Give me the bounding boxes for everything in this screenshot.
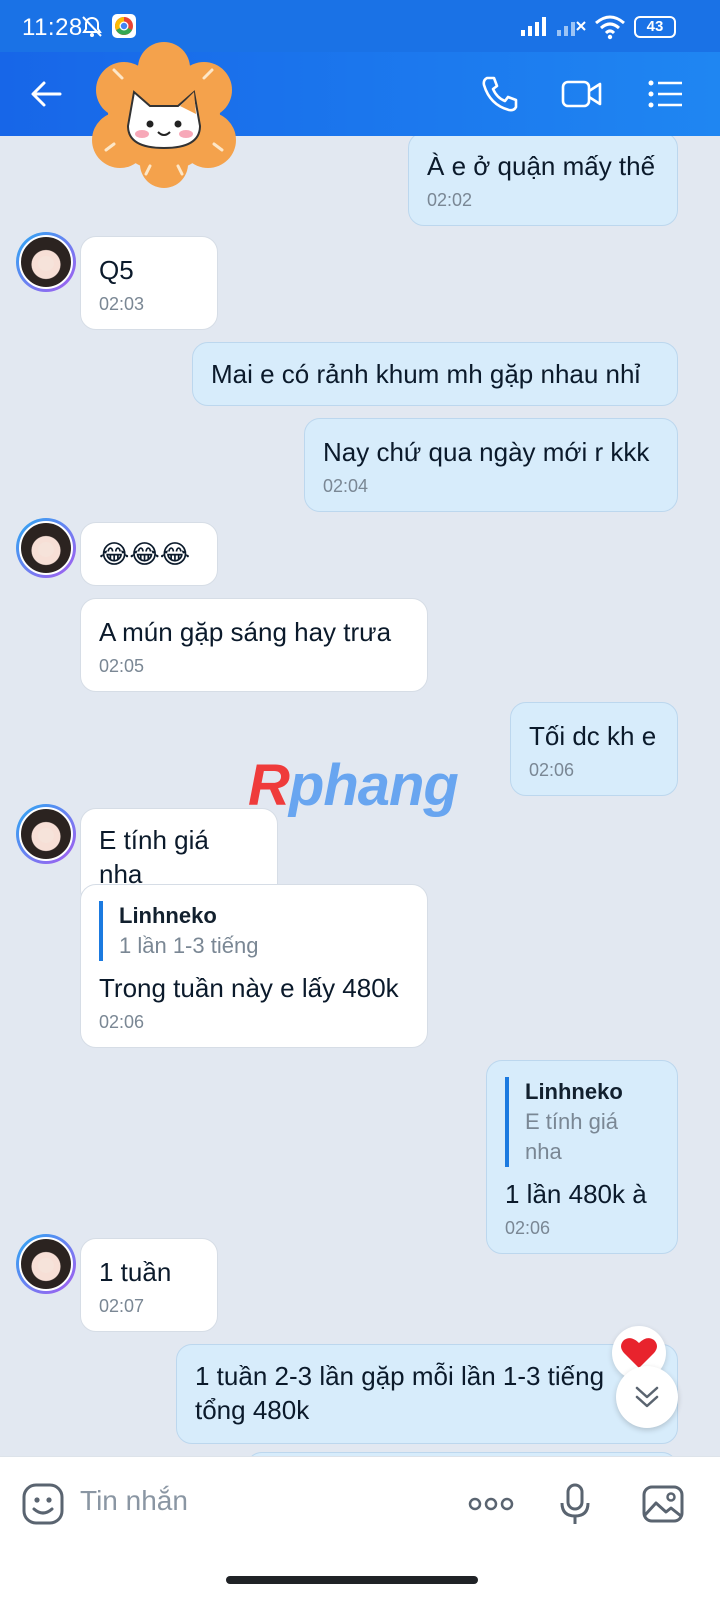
sticker-emoji-icon[interactable] xyxy=(20,1481,66,1527)
message-bubble-incoming-reply[interactable]: Linhneko 1 lần 1-3 tiếng Trong tuần này … xyxy=(80,884,428,1048)
message-bubble-incoming[interactable]: 😂😂😂 xyxy=(80,522,218,586)
message-bubble-outgoing[interactable]: Tối dc kh e 02:06 xyxy=(510,702,678,796)
phone-call-icon[interactable] xyxy=(478,72,522,116)
battery-level: 43 xyxy=(646,18,664,35)
message-text: E tính giá nha xyxy=(99,825,209,889)
cat-sticker-icon xyxy=(92,42,236,188)
quoted-sender: Linhneko xyxy=(525,1079,623,1104)
quoted-text: E tính giá nha xyxy=(525,1109,618,1164)
wifi-icon xyxy=(595,15,625,40)
status-time: 11:28 xyxy=(22,14,83,41)
chrome-icon xyxy=(112,14,136,38)
message-time: 02:06 xyxy=(99,1012,145,1032)
message-time: 02:05 xyxy=(99,656,145,676)
quoted-message[interactable]: Linhneko E tính giá nha xyxy=(505,1077,659,1167)
battery-icon: 43 xyxy=(634,16,676,38)
signal-icon xyxy=(521,17,546,36)
message-text: Nay chứ qua ngày mới r kkk xyxy=(323,437,650,467)
video-call-icon[interactable] xyxy=(560,72,604,116)
quoted-text: 1 lần 1-3 tiếng xyxy=(119,933,259,958)
contact-avatar[interactable] xyxy=(16,518,76,578)
message-text: Mai e có rảnh khum mh gặp nhau nhỉ xyxy=(211,359,641,389)
message-text: Tối dc kh e xyxy=(529,721,657,751)
message-text: Q5 xyxy=(99,255,134,285)
message-bubble-incoming[interactable]: 1 tuần 02:07 xyxy=(80,1238,218,1332)
message-time: 02:04 xyxy=(323,476,369,496)
message-text: 1 tuần xyxy=(99,1257,172,1287)
message-time: 02:03 xyxy=(99,294,145,314)
message-bubble-outgoing[interactable]: Mai e có rảnh khum mh gặp nhau nhỉ xyxy=(192,342,678,406)
message-bubble-incoming[interactable]: A mún gặp sáng hay trưa 02:05 xyxy=(80,598,428,692)
system-navigation-bar xyxy=(0,1552,720,1600)
message-text: A mún gặp sáng hay trưa xyxy=(99,617,392,647)
image-gallery-icon[interactable] xyxy=(640,1481,686,1527)
message-time: 02:02 xyxy=(427,190,473,210)
message-time: 02:07 xyxy=(99,1296,145,1316)
message-time: 02:06 xyxy=(505,1218,551,1238)
quoted-message[interactable]: Linhneko 1 lần 1-3 tiếng xyxy=(99,901,409,961)
message-bubble-outgoing[interactable]: 1 tuần 2-3 lần gặp mỗi lần 1-3 tiếng tổn… xyxy=(176,1344,678,1444)
message-text: Trong tuần này e lấy 480k xyxy=(99,973,399,1003)
double-chevron-down-icon xyxy=(635,1386,659,1408)
message-bubble-outgoing[interactable]: Nay chứ qua ngày mới r kkk 02:04 xyxy=(304,418,678,512)
quoted-sender: Linhneko xyxy=(119,903,217,928)
message-bubble-outgoing-reply[interactable]: Linhneko E tính giá nha 1 lần 480k à 02:… xyxy=(486,1060,678,1254)
contact-avatar[interactable] xyxy=(16,804,76,864)
message-text: 1 tuần 2-3 lần gặp mỗi lần 1-3 tiếng tổn… xyxy=(195,1361,605,1425)
signal-no-service-icon xyxy=(557,21,586,36)
home-gesture-bar[interactable] xyxy=(226,1576,478,1584)
contact-avatar[interactable] xyxy=(16,1234,76,1294)
message-input[interactable]: Tin nhắn xyxy=(80,1485,188,1517)
back-arrow-icon[interactable] xyxy=(26,72,70,116)
watermark: Rphang xyxy=(248,753,459,818)
message-bubble-incoming[interactable]: Q5 02:03 xyxy=(80,236,218,330)
message-text: À e ở quận mấy thế xyxy=(427,151,656,181)
more-options-icon[interactable] xyxy=(466,1481,516,1527)
scroll-to-bottom-button[interactable] xyxy=(616,1366,678,1428)
menu-list-icon[interactable] xyxy=(644,72,688,116)
message-emoji: 😂😂😂 xyxy=(99,539,191,569)
message-bubble-outgoing[interactable]: À e ở quận mấy thế 02:02 xyxy=(408,136,678,226)
muted-bell-icon xyxy=(82,16,102,37)
message-text: 1 lần 480k à xyxy=(505,1179,647,1209)
message-composer: Tin nhắn xyxy=(0,1456,720,1552)
contact-avatar[interactable] xyxy=(16,232,76,292)
message-time: 02:06 xyxy=(529,760,575,780)
microphone-icon[interactable] xyxy=(552,1481,598,1527)
